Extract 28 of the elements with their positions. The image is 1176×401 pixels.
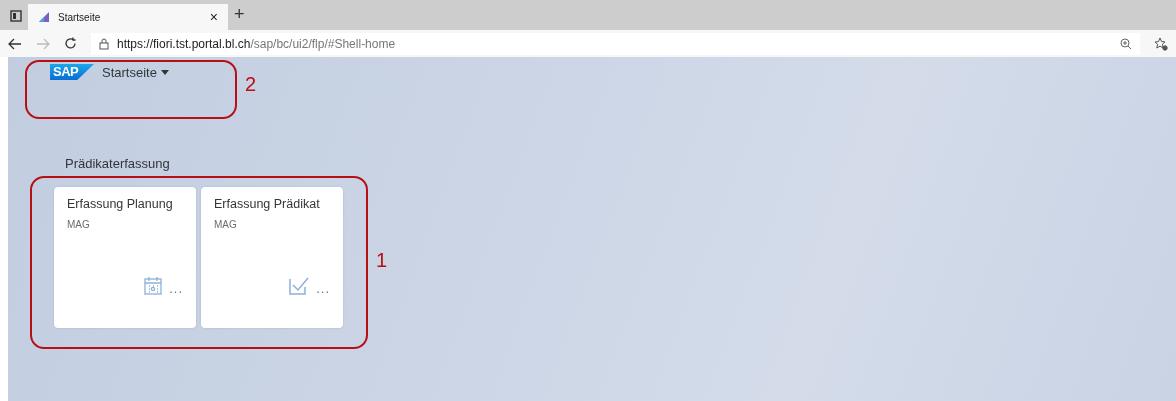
reload-icon[interactable] (64, 37, 77, 50)
browser-tab[interactable]: Startseite × (28, 4, 228, 30)
caret-icon (160, 69, 169, 75)
url-text: https://fiori.tst.portal.bl.ch/sap/bc/ui2/flp/#Shell-home (117, 36, 396, 51)
tile-title: Erfassung Prädikat (214, 197, 321, 211)
tab-actions-icon[interactable] (10, 10, 22, 22)
zoom-icon[interactable] (1120, 37, 1132, 50)
tile-title: Erfassung Planung (67, 197, 174, 211)
more-label: ... (316, 281, 330, 296)
calendar-icon (143, 276, 164, 296)
lock-icon (99, 37, 109, 50)
annotation-number: 2 (245, 73, 257, 96)
favorites-icon[interactable] (1154, 36, 1168, 51)
shell-title-menu[interactable]: Startseite (100, 64, 169, 80)
app-tile[interactable]: Erfassung Planung MAG ... (54, 187, 196, 328)
group-title: Prädikaterfassung (65, 156, 171, 171)
more-label: ... (169, 281, 183, 296)
annotation-number: 1 (376, 249, 388, 272)
tile-subtitle: MAG (67, 219, 91, 230)
back-icon[interactable] (8, 37, 22, 50)
tile-subtitle: MAG (214, 219, 238, 230)
new-tab-button[interactable]: + (234, 4, 245, 25)
close-tab-button[interactable]: × (209, 9, 218, 25)
sap-logo: SAP (50, 64, 94, 80)
address-field[interactable]: https://fiori.tst.portal.bl.ch/sap/bc/ui2/flp/#Shell-home (91, 32, 1140, 55)
app-icon (38, 11, 50, 23)
app-tile[interactable]: Erfassung Prädikat MAG ... (201, 187, 343, 328)
checkbox-icon (288, 276, 311, 296)
